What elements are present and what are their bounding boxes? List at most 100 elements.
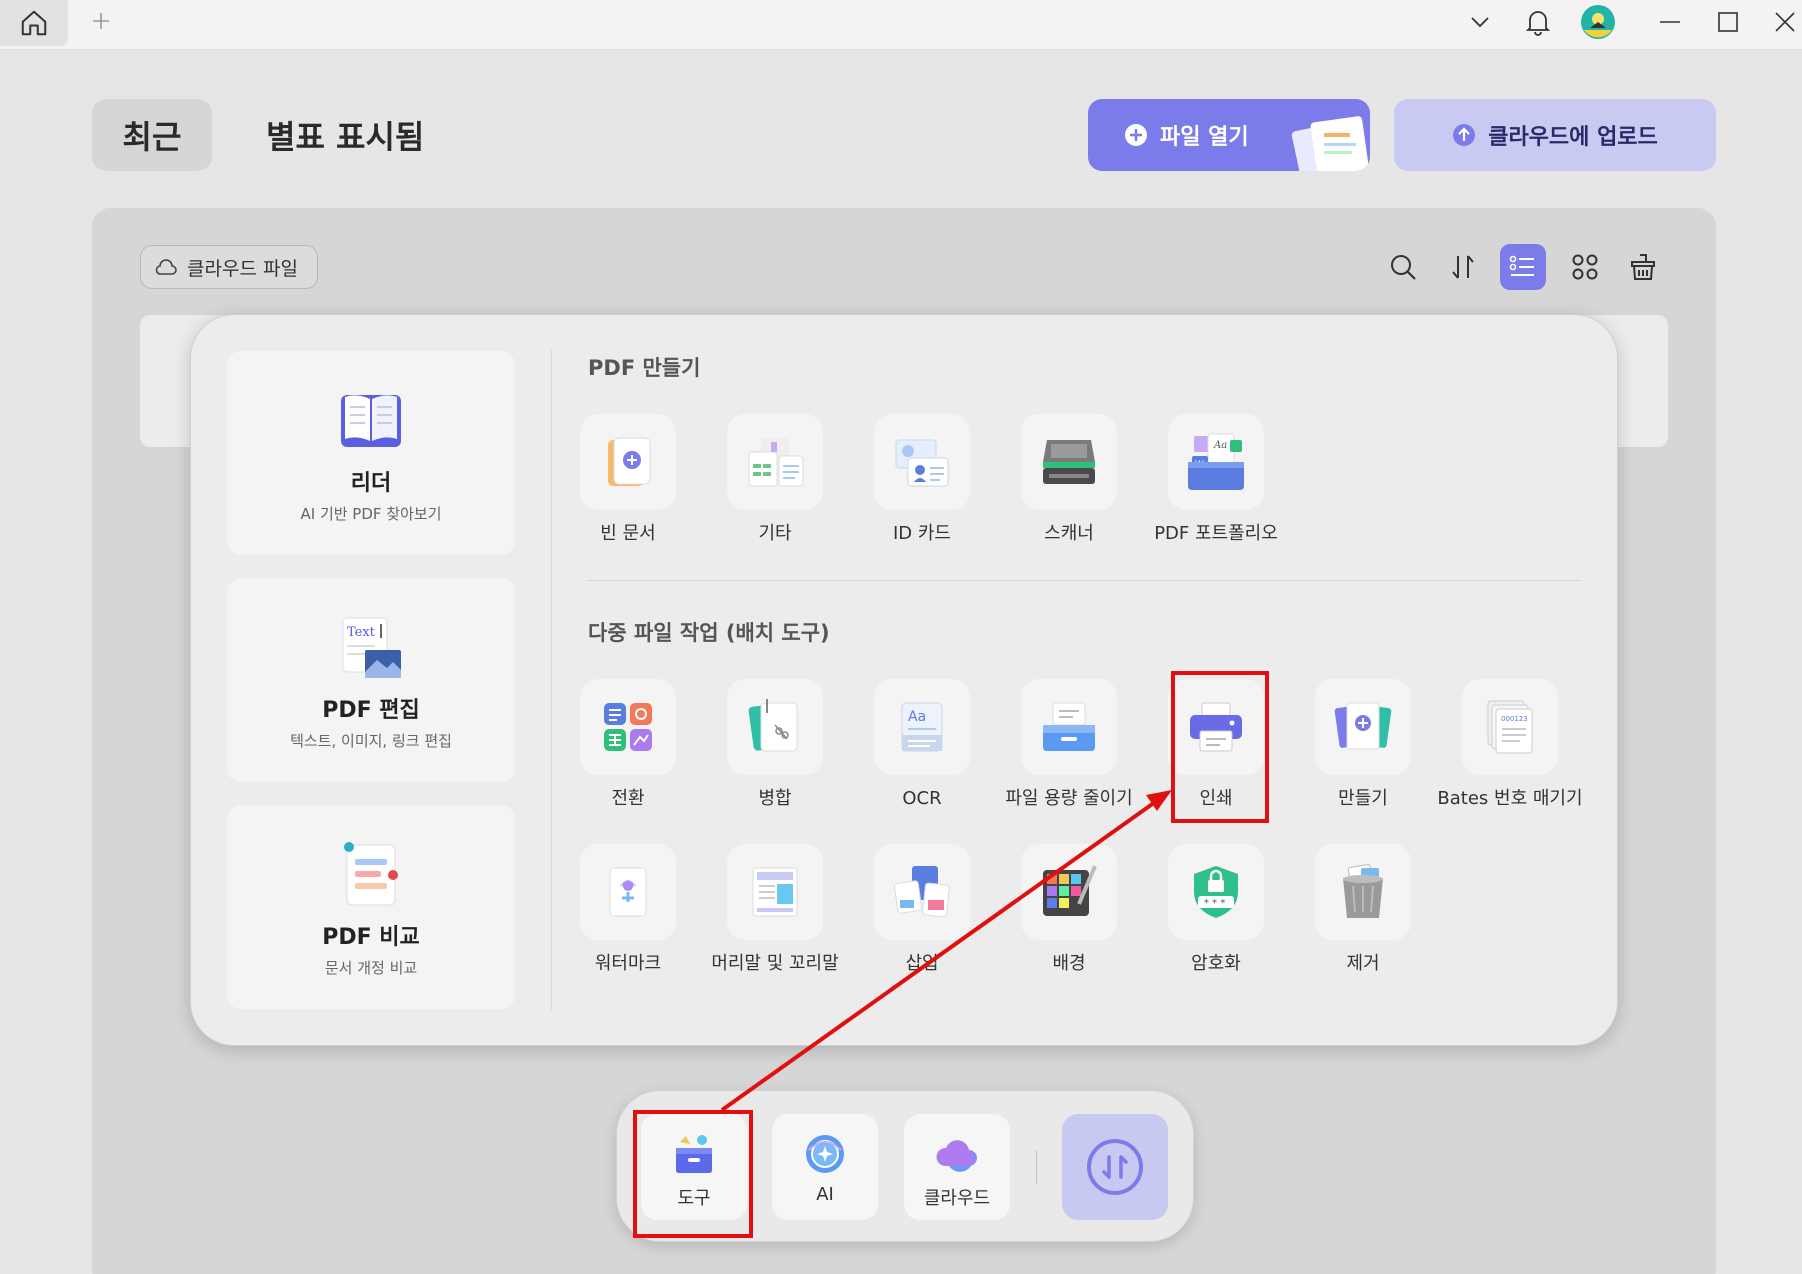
svg-text:Aa: Aa bbox=[908, 709, 926, 725]
tool-other-label: 기타 bbox=[758, 523, 792, 544]
pdf-edit-subtitle: 텍스트, 이미지, 링크 편집 bbox=[290, 732, 452, 750]
tool-background[interactable]: 배경 bbox=[995, 844, 1143, 976]
reader-card[interactable]: 리더 AI 기반 PDF 찾아보기 bbox=[227, 351, 515, 555]
cloud-icon bbox=[155, 259, 177, 275]
tool-compress[interactable]: 파일 용량 줄이기 bbox=[995, 679, 1143, 811]
insert-icon bbox=[893, 866, 950, 918]
dock-ai-label: AI bbox=[816, 1184, 834, 1205]
open-file-button[interactable]: 파일 열기 bbox=[1088, 99, 1370, 171]
tool-pdf-portfolio-label: PDF 포트폴리오 bbox=[1154, 523, 1278, 544]
new-tab-button[interactable] bbox=[86, 6, 116, 36]
create-section-title: PDF 만들기 bbox=[588, 356, 701, 380]
pdf-compare-title: PDF 비교 bbox=[322, 925, 420, 950]
sort-icon bbox=[1452, 255, 1474, 279]
portfolio-icon: AaW bbox=[1188, 433, 1244, 490]
search-icon bbox=[1391, 255, 1416, 280]
grid-view-button[interactable] bbox=[1562, 244, 1608, 290]
notification-button[interactable] bbox=[1518, 0, 1558, 44]
tool-blank-document[interactable]: 빈 문서 bbox=[554, 414, 702, 546]
tool-ocr[interactable]: Aa OCR bbox=[848, 679, 996, 811]
tool-watermark[interactable]: 워터마크 bbox=[554, 844, 702, 976]
avatar[interactable] bbox=[1578, 0, 1618, 44]
tool-convert[interactable]: 전환 bbox=[554, 679, 702, 811]
chevron-down-icon bbox=[1471, 17, 1489, 28]
tool-background-label: 배경 bbox=[1052, 953, 1086, 974]
svg-text:Aa: Aa bbox=[1213, 440, 1227, 451]
tool-insert[interactable]: 삽입 bbox=[848, 844, 996, 976]
clear-button[interactable] bbox=[1620, 244, 1666, 290]
tool-blank-document-label: 빈 문서 bbox=[600, 523, 656, 544]
tool-create[interactable]: 만들기 bbox=[1289, 679, 1437, 811]
dock-ai-button[interactable]: AI bbox=[772, 1114, 878, 1220]
ai-icon bbox=[806, 1135, 844, 1173]
maximize-icon bbox=[1718, 12, 1738, 32]
tool-bates-numbering[interactable]: 000123 Bates 번호 매기기 bbox=[1436, 679, 1584, 811]
title-bar bbox=[0, 0, 1802, 50]
upload-icon bbox=[1453, 124, 1476, 146]
ocr-icon: Aa bbox=[901, 702, 943, 752]
trash-icon bbox=[1343, 864, 1383, 918]
svg-text:000123: 000123 bbox=[1501, 715, 1528, 723]
tool-header-footer-label: 머리말 및 꼬리말 bbox=[711, 953, 839, 974]
home-tab[interactable] bbox=[0, 0, 68, 46]
dock-convert-button[interactable] bbox=[1062, 1114, 1168, 1220]
dock-cloud-button[interactable]: 클라우드 bbox=[904, 1114, 1010, 1220]
tool-encrypt-label: 암호화 bbox=[1191, 953, 1241, 974]
create-icon bbox=[1334, 702, 1392, 750]
tool-id-card[interactable]: ID 카드 bbox=[848, 414, 996, 546]
tool-scanner[interactable]: 스캐너 bbox=[995, 414, 1143, 546]
tool-encrypt[interactable]: * * * 암호화 bbox=[1142, 844, 1290, 976]
header-footer-icon bbox=[752, 867, 798, 917]
compare-icon bbox=[344, 842, 398, 906]
tool-header-footer[interactable]: 머리말 및 꼬리말 bbox=[701, 844, 849, 976]
tool-merge[interactable]: 병합 bbox=[701, 679, 849, 811]
documents-icon bbox=[1291, 116, 1370, 171]
svg-text:* * *: * * * bbox=[1204, 898, 1225, 909]
dock-cloud-label: 클라우드 bbox=[923, 1188, 991, 1209]
tool-watermark-label: 워터마크 bbox=[594, 953, 662, 974]
section-divider bbox=[588, 580, 1580, 581]
cloud-files-filter[interactable]: 클라우드 파일 bbox=[140, 245, 318, 289]
tool-bates-numbering-label: Bates 번호 매기기 bbox=[1437, 788, 1583, 809]
tool-create-label: 만들기 bbox=[1338, 788, 1388, 809]
upload-cloud-button[interactable]: 클라우드에 업로드 bbox=[1394, 99, 1716, 171]
tool-insert-label: 삽입 bbox=[905, 953, 939, 974]
pdf-compare-subtitle: 문서 개정 비교 bbox=[324, 959, 418, 977]
close-icon bbox=[1775, 12, 1795, 32]
maximize-button[interactable] bbox=[1708, 0, 1748, 44]
pdf-edit-card[interactable]: Text PDF 편집 텍스트, 이미지, 링크 편집 bbox=[227, 578, 515, 782]
home-icon bbox=[21, 10, 47, 36]
plus-circle-icon bbox=[1125, 124, 1147, 146]
bates-numbering-icon: 000123 bbox=[1487, 700, 1533, 754]
text-image-edit-icon: Text bbox=[342, 617, 401, 678]
close-window-button[interactable] bbox=[1768, 0, 1802, 44]
minimize-icon bbox=[1660, 21, 1680, 23]
tab-recent[interactable]: 최근 bbox=[92, 99, 212, 171]
tab-starred[interactable]: 별표 표시됨 bbox=[266, 99, 424, 171]
tabs-dropdown-button[interactable] bbox=[1460, 0, 1500, 44]
search-button[interactable] bbox=[1380, 244, 1426, 290]
tool-id-card-label: ID 카드 bbox=[892, 523, 951, 544]
annotation-highlight-print bbox=[1171, 671, 1269, 823]
tool-other[interactable]: 기타 bbox=[701, 414, 849, 546]
tool-scanner-label: 스캐너 bbox=[1044, 523, 1094, 544]
reader-title: 리더 bbox=[350, 471, 392, 496]
sort-circle-icon bbox=[1087, 1139, 1143, 1195]
tool-merge-label: 병합 bbox=[758, 788, 792, 809]
dock-separator bbox=[1036, 1150, 1037, 1184]
minimize-button[interactable] bbox=[1650, 0, 1690, 44]
upload-cloud-label: 클라우드에 업로드 bbox=[1488, 125, 1658, 150]
popup-divider bbox=[551, 350, 552, 1010]
id-card-icon bbox=[895, 439, 949, 487]
cloud-icon bbox=[936, 1140, 977, 1172]
list-view-button[interactable] bbox=[1500, 244, 1546, 290]
pdf-compare-card[interactable]: PDF 비교 문서 개정 비교 bbox=[227, 805, 515, 1009]
scanner-icon bbox=[1043, 440, 1095, 484]
sort-button[interactable] bbox=[1440, 244, 1486, 290]
tool-compress-label: 파일 용량 줄이기 bbox=[1005, 788, 1133, 809]
blank-document-icon bbox=[608, 437, 651, 486]
book-icon bbox=[341, 395, 401, 447]
tool-pdf-portfolio[interactable]: AaW PDF 포트폴리오 bbox=[1142, 414, 1290, 546]
pdf-edit-title: PDF 편집 bbox=[322, 698, 420, 723]
tool-remove[interactable]: 제거 bbox=[1289, 844, 1437, 976]
